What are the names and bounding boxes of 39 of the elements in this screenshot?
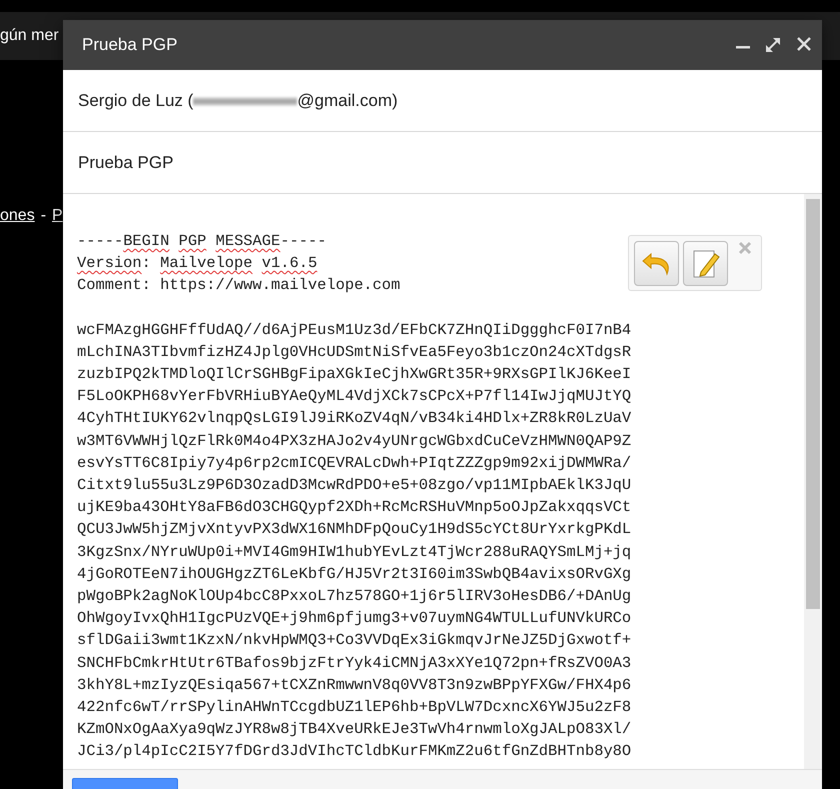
- window-title: Prueba PGP: [82, 34, 178, 56]
- message-line: F5LoOKPH68vYerFbVRHiuBYAeQyML4VdjXCk7sCPcX+P7fl14IwJjqMUJtYQ: [77, 386, 632, 408]
- message-line: 4jGoROTEeN7ihOUGHgzZT6LeKbfG/HJ5Vr2t3I60im3SwbQB4avixsORvGXg: [77, 564, 632, 585]
- message-line: OhWgoyIvxQhH1IgcPUzVQE+j9hm6pfjumg3+v07uymNG4WTULLufUNVkURCo: [77, 608, 632, 630]
- footer-link[interactable]: P: [52, 204, 63, 228]
- message-line: Comment: https://www.mailvelope.com: [77, 275, 400, 296]
- close-icon: [738, 241, 752, 255]
- message-line: sflDGaii3wmt1KzxN/nkvHpWMQ3+Co3VVDqEx3iGkmqvJrNeJZ5DjGxwotf+: [77, 630, 632, 652]
- subject-text: Prueba PGP: [78, 152, 174, 174]
- message-line: JCi3/pl4pIcC2I5Y7fDGrd3JdVIhcTCldbKurFMKmZ2u6tfGnZdBHTnb8y8O: [77, 741, 632, 762]
- message-line: 3khY8L+mzIyzQEsiqa567+tCXZnRmwwnV8q0VV8T3n9zwBPpYFXGw/FHX4p6: [77, 674, 632, 696]
- message-line: w3MT6VWWHjlQzFlRk0M4o4PX3zHAJo2v4yUNrgcWGbxdCuCeVzHMWN0QAP9Z: [77, 430, 632, 452]
- message-line: mLchINA3TIbvmfizHZ4Jplg0VHcUDSmtNiSfvEa5Feyo3b1czOn24cXTdgsR: [77, 342, 632, 363]
- menu-text: gún mer: [0, 26, 59, 46]
- close-icon: [796, 36, 812, 52]
- undo-button[interactable]: [634, 241, 679, 286]
- message-line: SNCHFbCmkrHtUtr6TBafos9bjzFtrYyk4iCMNjA3xXYe1Q72pn+fRsZVO0A3: [77, 652, 632, 674]
- scrollbar[interactable]: [804, 194, 822, 769]
- footer-link[interactable]: ones: [0, 204, 35, 228]
- pencil-icon: [690, 248, 720, 280]
- message-line: esvYsTT6C8Ipiy7y4p6rp2cmICQEVRALcDwh+PIqtZZZgp9m92xijDWMWRa/: [77, 452, 632, 474]
- message-line: 422nfc6wT/rrSPylinAHWnTCcgdbUZ1lEP6hb+BpVLW7DcxncX6YWJ5u2zF8: [77, 697, 632, 718]
- message-line: 4CyhTHtIUKY62vlnqpQsLGI9lJ9iRKoZV4qN/vB34ki4HDlx+ZR8kR0LzUaV: [77, 408, 632, 430]
- message-line: QCU3JwW5hjZMjvXntyvPX3dWX16NMhDFpQouCy1H9dS5cYCt8UrYxrkgPKdL: [77, 519, 632, 540]
- message-line: pWgoBPk2agNoKlOUp4bcC8PxxoL7hz578GO+1j6r5lIRV3oHesDB6/+DAnUg: [77, 586, 632, 608]
- expand-icon: [764, 36, 782, 54]
- message-line: 3KgzSnx/NYruWUp0i+MVI4Gm9HIW1hubYEvLzt4TjWcr288uRAQYSmLMj+jq: [77, 542, 632, 563]
- recipient-text: Sergio de Luz ( @gmail.com): [78, 90, 398, 112]
- expand-button[interactable]: [764, 36, 782, 54]
- message-line: wcFMAzgHGGHFffUdAQ//d6AjPEusM1Uz3d/EFbCK7ZHnQIiDggghcF0I7nB4: [77, 320, 632, 341]
- message-line: Version: Mailvelope v1.6.5: [77, 253, 318, 274]
- separator-text: -: [40, 206, 46, 226]
- message-line: Citxt9lu55u3Lz9P6D3OzadD3McwRdPDO+e5+08zgo/vp11MIpbAEklK3JqU: [77, 475, 632, 496]
- message-line: ujKE9ba43OHtY8aFB6dO3CHGQypf2XDh+RcMcRSHuVMnp5oOJpZakxqqsVCt: [77, 497, 632, 518]
- message-line: KZmONxOgAaXya9qWzJYR8w8jTB4XveURkEJe3TwVh4rnwmloXgJALpO83Xl/: [77, 719, 632, 740]
- message-line: -----BEGIN PGP MESSAGE-----: [77, 231, 326, 252]
- message-line: zuzbIPQ2kTMDloQIlCrSGHBgFipaXGkIeCjhXwGRt35R+9RXsGPIlKJ6KeeI: [77, 364, 632, 386]
- minimize-icon: [736, 46, 750, 49]
- edit-button[interactable]: [683, 241, 728, 286]
